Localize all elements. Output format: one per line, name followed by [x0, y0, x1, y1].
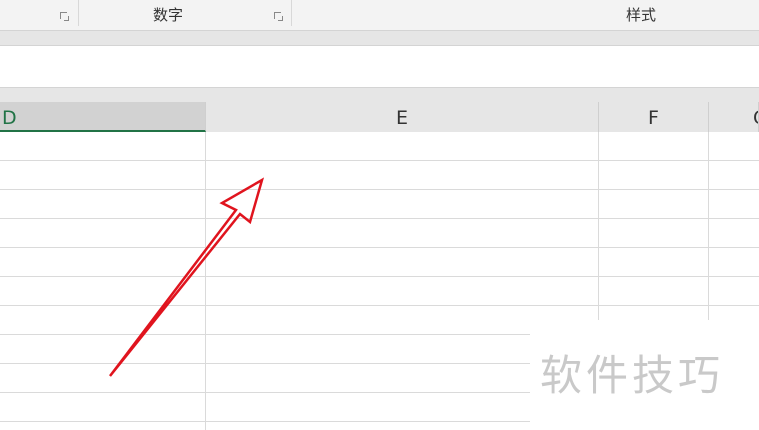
annotation-arrow-icon: [109, 177, 265, 377]
